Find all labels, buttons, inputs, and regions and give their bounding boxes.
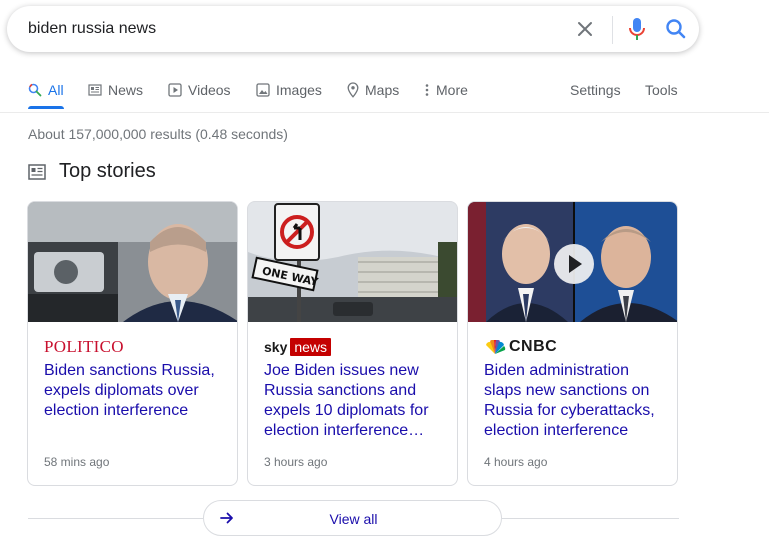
kebab-icon bbox=[425, 84, 429, 96]
view-all-divider bbox=[502, 518, 679, 519]
tab-news[interactable]: News bbox=[88, 80, 143, 100]
top-stories-heading: Top stories bbox=[59, 160, 156, 182]
tab-label: All bbox=[48, 82, 64, 98]
tab-label: Images bbox=[276, 82, 322, 98]
tab-all[interactable]: All bbox=[28, 80, 64, 100]
publisher-logo: POLITICO bbox=[44, 337, 124, 356]
story-thumbnail[interactable] bbox=[468, 202, 677, 322]
story-card[interactable]: CNBC Biden administration slaps new sanc… bbox=[467, 201, 678, 486]
close-icon[interactable] bbox=[573, 17, 597, 41]
view-all-button[interactable]: View all bbox=[203, 500, 502, 536]
search-divider bbox=[612, 16, 613, 44]
view-all-divider bbox=[28, 518, 203, 519]
microphone-icon[interactable] bbox=[624, 15, 650, 43]
tools-link[interactable]: Tools bbox=[645, 80, 678, 100]
story-timestamp: 3 hours ago bbox=[264, 455, 328, 469]
story-headline[interactable]: Joe Biden issues new Russia sanctions an… bbox=[264, 361, 447, 441]
publisher-name-part: sky bbox=[264, 339, 288, 355]
map-pin-icon bbox=[347, 82, 359, 98]
story-card[interactable]: ONE WAY sky news Joe Biden issues new Ru… bbox=[247, 201, 458, 486]
image-icon bbox=[256, 83, 270, 97]
publisher-logo: sky news bbox=[264, 337, 332, 357]
tab-images[interactable]: Images bbox=[256, 80, 322, 100]
tab-label: Videos bbox=[188, 82, 231, 98]
publisher-name-part: news bbox=[290, 338, 332, 356]
publisher-name: CNBC bbox=[509, 338, 558, 355]
story-card[interactable]: POLITICO Biden sanctions Russia, expels … bbox=[27, 201, 238, 486]
settings-link[interactable]: Settings bbox=[570, 80, 621, 100]
search-tabs: All News Videos Images Maps More Setting… bbox=[0, 76, 769, 112]
story-timestamp: 4 hours ago bbox=[484, 455, 548, 469]
publisher-logo: CNBC bbox=[484, 337, 557, 357]
peacock-icon bbox=[486, 340, 506, 354]
tab-label: News bbox=[108, 82, 144, 98]
tab-maps[interactable]: Maps bbox=[347, 80, 399, 100]
view-all-label: View all bbox=[329, 511, 378, 527]
tab-videos[interactable]: Videos bbox=[168, 80, 231, 100]
newspaper-icon bbox=[28, 164, 46, 180]
story-headline[interactable]: Biden sanctions Russia, expels diplomats… bbox=[44, 361, 227, 421]
search-input[interactable]: biden russia news bbox=[28, 20, 156, 38]
search-bar[interactable]: biden russia news bbox=[7, 6, 699, 52]
search-icon bbox=[28, 83, 42, 97]
play-icon bbox=[168, 83, 182, 97]
newspaper-icon bbox=[88, 84, 102, 96]
tabs-divider bbox=[0, 112, 769, 113]
result-stats: About 157,000,000 results (0.48 seconds) bbox=[28, 126, 288, 142]
tab-more[interactable]: More bbox=[424, 80, 468, 100]
story-timestamp: 58 mins ago bbox=[44, 455, 110, 469]
tab-label: Maps bbox=[365, 82, 400, 98]
tab-label: More bbox=[436, 82, 468, 98]
search-icon[interactable] bbox=[663, 16, 689, 42]
story-thumbnail[interactable] bbox=[28, 202, 237, 322]
active-tab-indicator bbox=[28, 106, 64, 109]
story-thumbnail[interactable]: ONE WAY bbox=[248, 202, 457, 322]
story-headline[interactable]: Biden administration slaps new sanctions… bbox=[484, 361, 667, 441]
